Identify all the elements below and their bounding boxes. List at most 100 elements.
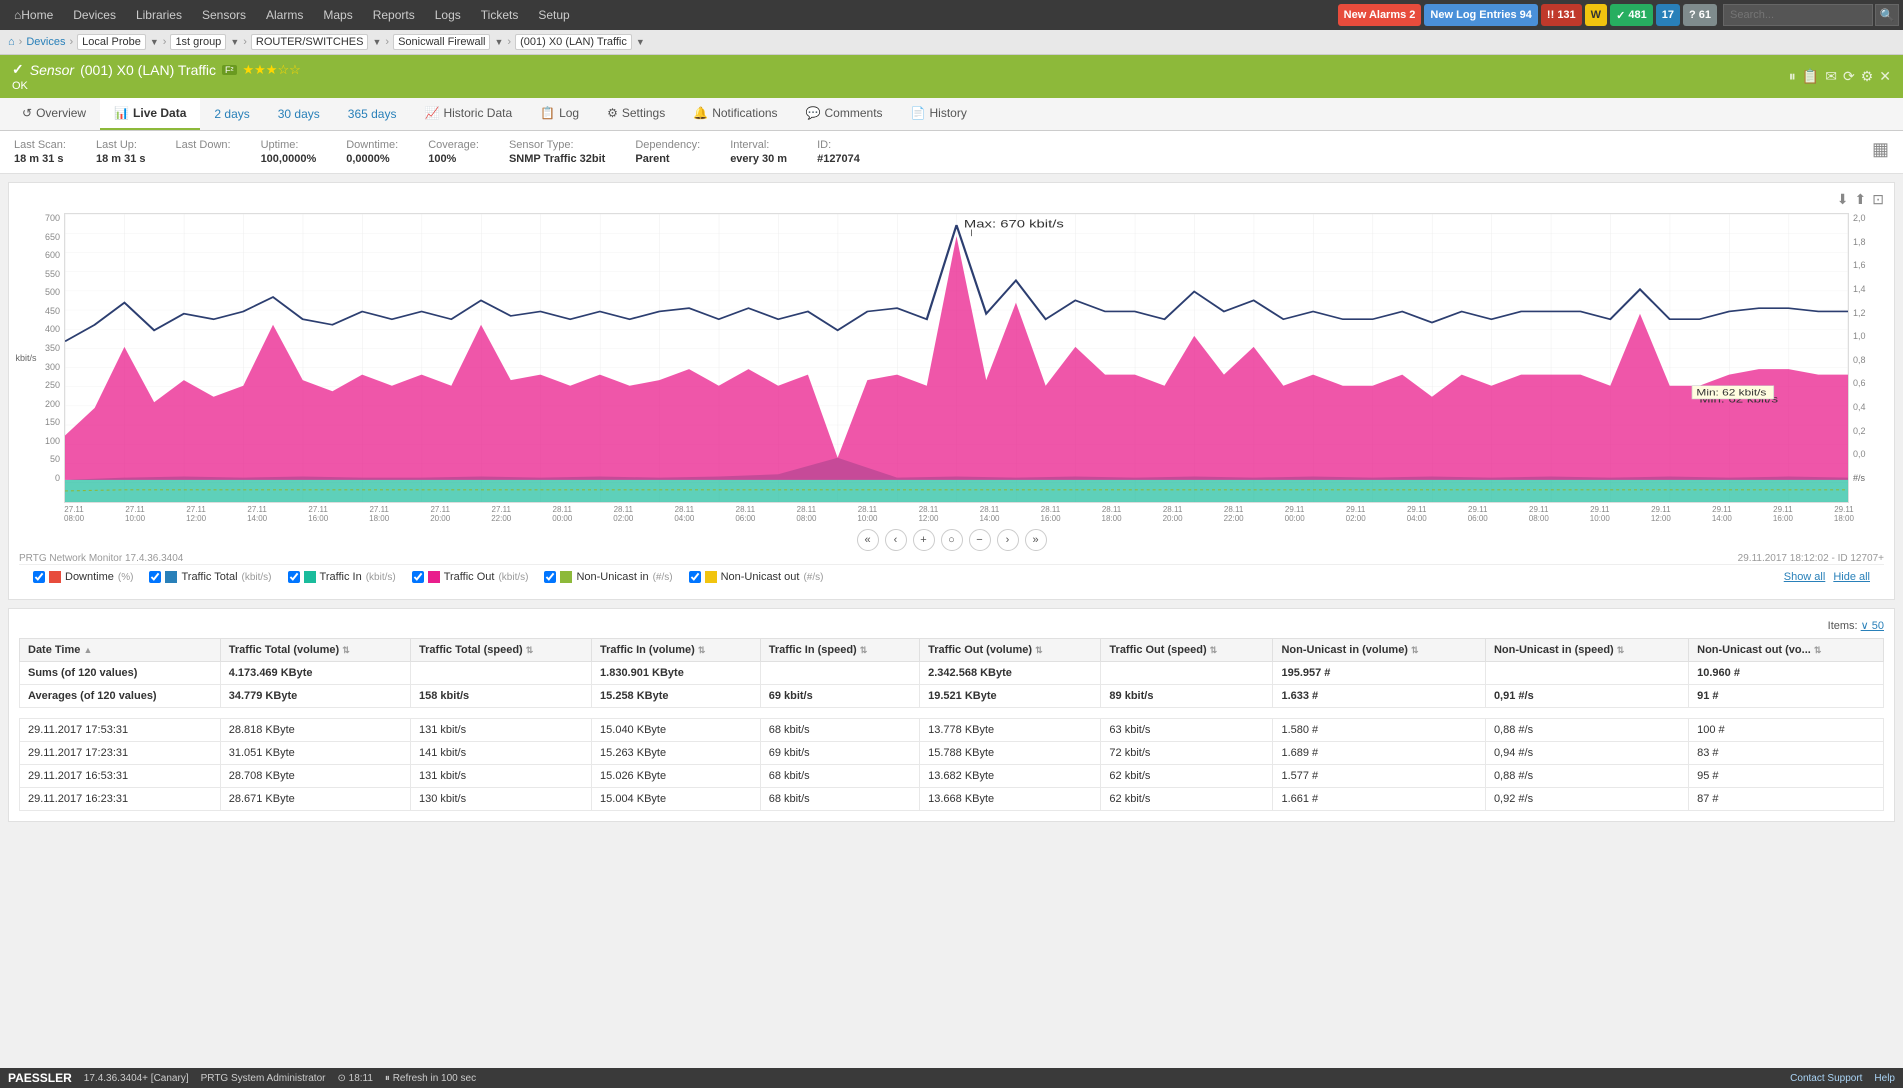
chart-reset-button[interactable]: ○	[941, 529, 963, 551]
legend-traffic-out-checkbox[interactable]	[412, 571, 424, 583]
breadcrumb-local-probe[interactable]: Local Probe	[77, 34, 146, 50]
breadcrumb-router[interactable]: ROUTER/SWITCHES	[251, 34, 369, 50]
status-bar: PAESSLER 17.4.36.3404+ [Canary] PRTG Sys…	[0, 1068, 1903, 1088]
col-nuo-vol[interactable]: Non-Unicast out (vo... ⇅	[1689, 639, 1884, 662]
col-datetime[interactable]: Date Time ▲	[20, 639, 221, 662]
upload-icon[interactable]: ⬆	[1855, 191, 1867, 208]
legend-traffic-in-checkbox[interactable]	[288, 571, 300, 583]
show-all-link[interactable]: Show all	[1784, 571, 1826, 583]
chart-next-button[interactable]: ›	[997, 529, 1019, 551]
chart-zoom-in-button[interactable]: +	[913, 529, 935, 551]
tab-log[interactable]: 📋 Log	[526, 98, 593, 130]
email-button[interactable]: ✉	[1825, 68, 1837, 85]
row3-nu-vol: 1.577 #	[1273, 765, 1485, 788]
close-button[interactable]: ✕	[1879, 68, 1891, 85]
col-nu-spd[interactable]: Non-Unicast in (speed) ⇅	[1485, 639, 1688, 662]
row3-nu-spd: 0,88 #/s	[1485, 765, 1688, 788]
legend-non-unicast-in-checkbox[interactable]	[544, 571, 556, 583]
breadcrumb-home[interactable]: ⌂	[8, 36, 15, 48]
clipboard-button[interactable]: 📋	[1802, 68, 1819, 85]
averages-nu-vol: 1.633 #	[1273, 685, 1485, 708]
col-nu-vol[interactable]: Non-Unicast in (volume) ⇅	[1273, 639, 1485, 662]
nav-logs[interactable]: Logs	[425, 0, 471, 30]
legend-traffic-out-color	[428, 571, 440, 583]
chart-last-button[interactable]: »	[1025, 529, 1047, 551]
tab-settings[interactable]: ⚙ Settings	[593, 98, 679, 130]
tab-live-data[interactable]: 📊 Live Data	[100, 98, 200, 130]
col-to-spd[interactable]: Traffic Out (speed) ⇅	[1101, 639, 1273, 662]
breadcrumb-devices[interactable]: Devices	[26, 36, 65, 48]
chart-svg: Max: 670 kbit/s Min: 62 kbit/s Min: 62 k…	[65, 214, 1848, 502]
sort-ti-vol-icon: ⇅	[698, 645, 706, 655]
stat-last-scan: Last Scan: 18 m 31 s	[14, 139, 66, 165]
nav-maps[interactable]: Maps	[313, 0, 362, 30]
breadcrumb-sonicwall[interactable]: Sonicwall Firewall	[393, 34, 490, 50]
nav-alarms[interactable]: Alarms	[256, 0, 313, 30]
legend-downtime-color	[49, 571, 61, 583]
ok-badge[interactable]: ✓ 481	[1610, 4, 1653, 26]
items-count-dropdown[interactable]: ∨ 50	[1861, 620, 1884, 632]
tab-overview[interactable]: ↺ Overview	[8, 98, 100, 130]
col-tt-spd[interactable]: Traffic Total (speed) ⇅	[411, 639, 592, 662]
data-table: Date Time ▲ Traffic Total (volume) ⇅ Tra…	[19, 638, 1884, 811]
nav-libraries[interactable]: Libraries	[126, 0, 192, 30]
notification-icon: 🔔	[693, 106, 708, 120]
col-to-vol[interactable]: Traffic Out (volume) ⇅	[920, 639, 1101, 662]
critical-badge[interactable]: !! 131	[1541, 4, 1582, 26]
new-alarms-badge[interactable]: New Alarms 2	[1338, 4, 1422, 26]
row4-tt-vol: 28.671 KByte	[220, 788, 410, 811]
qr-code-icon[interactable]: ▦	[1872, 139, 1889, 165]
stat-sensor-type: Sensor Type: SNMP Traffic 32bit	[509, 139, 605, 165]
tab-365days[interactable]: 365 days	[334, 99, 411, 129]
nav-reports[interactable]: Reports	[363, 0, 425, 30]
tab-history[interactable]: 📄 History	[897, 98, 981, 130]
row2-tt-spd: 141 kbit/s	[411, 742, 592, 765]
tab-historic-data[interactable]: 📈 Historic Data	[410, 98, 526, 130]
nav-sensors[interactable]: Sensors	[192, 0, 256, 30]
help-link[interactable]: Help	[1874, 1073, 1895, 1084]
fullscreen-icon[interactable]: ⊡	[1872, 191, 1884, 208]
averages-tt-vol: 34.779 KByte	[220, 685, 410, 708]
legend-non-unicast-out-checkbox[interactable]	[689, 571, 701, 583]
new-log-entries-badge[interactable]: New Log Entries 94	[1424, 4, 1538, 26]
row2-ti-spd: 69 kbit/s	[760, 742, 919, 765]
nav-tickets[interactable]: Tickets	[471, 0, 529, 30]
nav-devices[interactable]: Devices	[63, 0, 126, 30]
col-ti-spd[interactable]: Traffic In (speed) ⇅	[760, 639, 919, 662]
sort-nu-vol-icon: ⇅	[1411, 645, 1419, 655]
user-label: PRTG System Administrator	[201, 1073, 326, 1084]
nav-setup[interactable]: Setup	[528, 0, 579, 30]
refresh-label: ⏸ Refresh in 100 sec	[385, 1073, 476, 1084]
unknown-badge[interactable]: ? 61	[1683, 4, 1717, 26]
refresh-button[interactable]: ⟳	[1843, 68, 1855, 85]
chart-prev-button[interactable]: ‹	[885, 529, 907, 551]
nav-home[interactable]: ⌂ Home	[4, 0, 63, 30]
contact-support-link[interactable]: Contact Support	[1790, 1073, 1862, 1084]
tab-comments[interactable]: 💬 Comments	[792, 98, 897, 130]
tab-2days[interactable]: 2 days	[200, 99, 263, 129]
tab-notifications[interactable]: 🔔 Notifications	[679, 98, 791, 130]
version-label: 17.4.36.3404+ [Canary]	[84, 1073, 189, 1084]
col-tt-vol[interactable]: Traffic Total (volume) ⇅	[220, 639, 410, 662]
warning-badge[interactable]: W	[1585, 4, 1607, 26]
col-ti-vol[interactable]: Traffic In (volume) ⇅	[592, 639, 761, 662]
table-row: 29.11.2017 17:53:31 28.818 KByte 131 kbi…	[20, 719, 1884, 742]
legend-traffic-total-checkbox[interactable]	[149, 571, 161, 583]
breadcrumb-sensor[interactable]: (001) X0 (LAN) Traffic	[515, 34, 632, 50]
averages-ti-spd: 69 kbit/s	[760, 685, 919, 708]
chart-zoom-out-button[interactable]: −	[969, 529, 991, 551]
info-badge[interactable]: 17	[1656, 4, 1680, 26]
download-icon[interactable]: ⬇	[1837, 191, 1849, 208]
stat-dependency: Dependency: Parent	[635, 139, 700, 165]
legend-downtime-checkbox[interactable]	[33, 571, 45, 583]
search-input[interactable]	[1723, 4, 1873, 26]
legend-downtime: Downtime (%)	[33, 571, 133, 583]
pause-button[interactable]: ⏸	[1789, 68, 1796, 85]
settings-button[interactable]: ⚙	[1861, 68, 1874, 85]
chart-first-button[interactable]: «	[857, 529, 879, 551]
breadcrumb-group[interactable]: 1st group	[170, 34, 226, 50]
row2-tt-vol: 31.051 KByte	[220, 742, 410, 765]
tab-30days[interactable]: 30 days	[264, 99, 334, 129]
hide-all-link[interactable]: Hide all	[1833, 571, 1870, 583]
search-button[interactable]: 🔍	[1875, 4, 1899, 26]
